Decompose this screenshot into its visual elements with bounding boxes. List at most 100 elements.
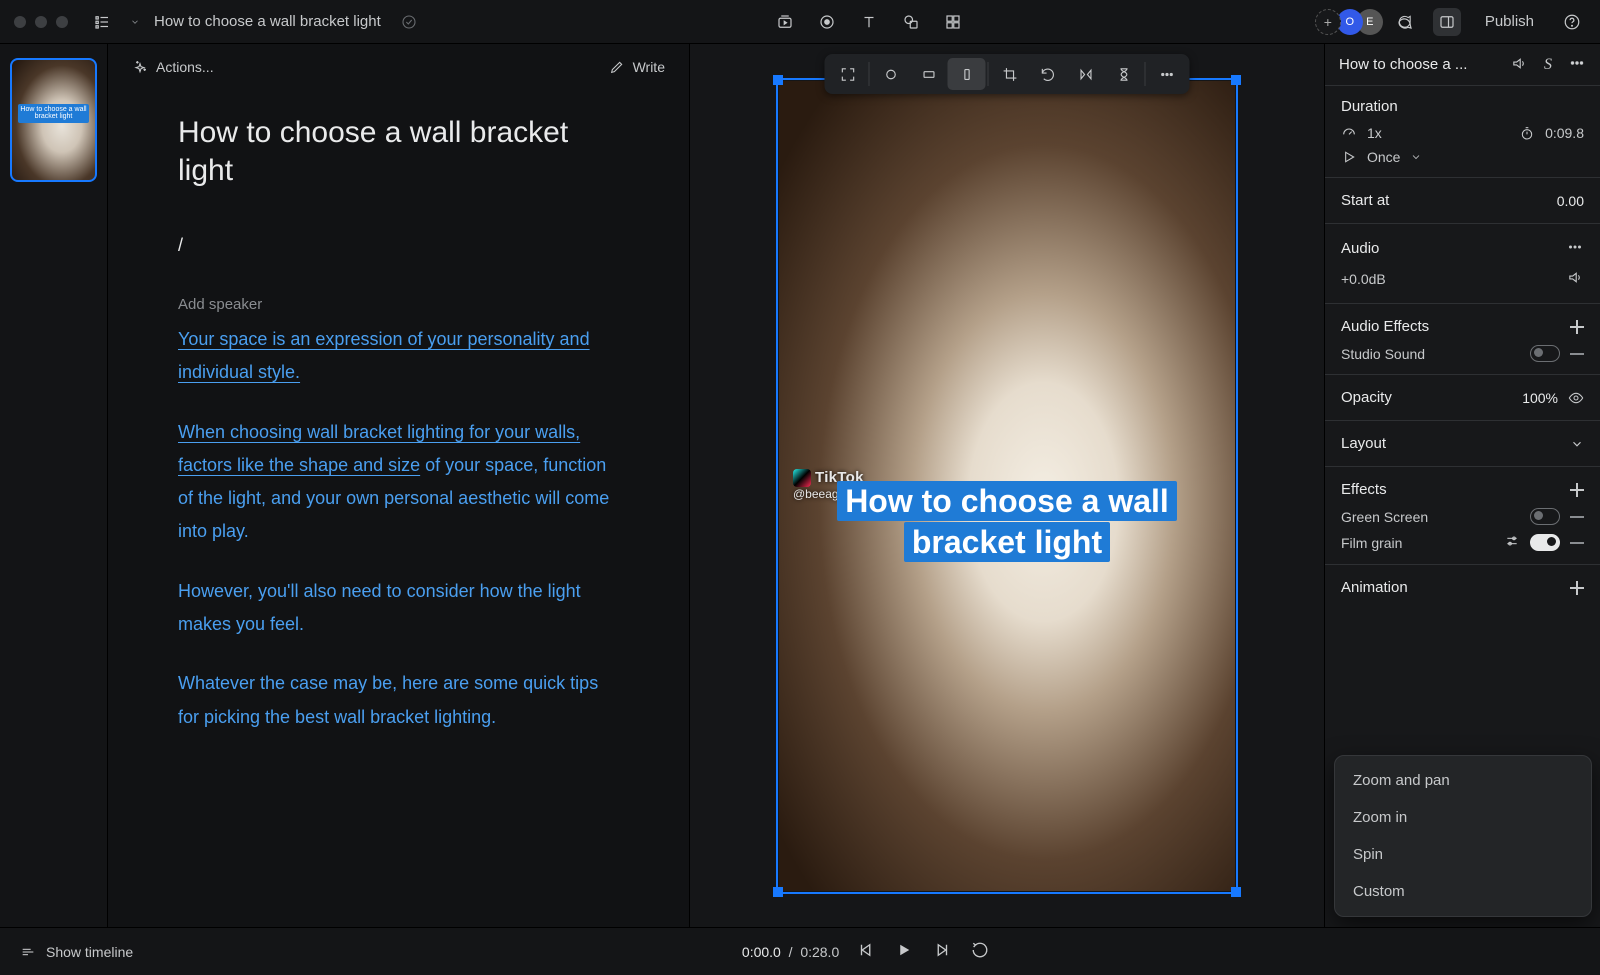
grid-icon <box>944 13 962 31</box>
more-icon <box>1566 238 1584 256</box>
document-title[interactable]: How to choose a wall bracket light <box>178 114 619 189</box>
remove-effect-button[interactable] <box>1570 516 1584 518</box>
play-button[interactable] <box>895 941 913 962</box>
studio-sound-label: Studio Sound <box>1341 346 1520 362</box>
comment-icon <box>1396 13 1414 31</box>
speed-button[interactable] <box>1105 58 1143 90</box>
media-library-button[interactable] <box>771 8 799 36</box>
add-animation-button[interactable] <box>1570 581 1584 595</box>
section-title: Layout <box>1341 435 1386 452</box>
help-icon <box>1563 13 1581 31</box>
menu-item[interactable]: Spin <box>1335 836 1591 873</box>
landscape-layout-button[interactable] <box>910 58 948 90</box>
pencil-icon <box>609 59 625 75</box>
portrait-icon <box>958 66 975 83</box>
slash-command-prompt[interactable]: / <box>178 235 619 256</box>
play-mode-value: Once <box>1367 149 1400 165</box>
record-button[interactable] <box>813 8 841 36</box>
animation-menu: Zoom and pan Zoom in Spin Custom <box>1334 755 1592 917</box>
loop-button[interactable] <box>971 941 989 962</box>
more-icon <box>1568 54 1586 72</box>
actions-button[interactable]: Actions... <box>132 59 214 75</box>
video-caption[interactable]: How to choose a wall bracket light <box>793 481 1221 564</box>
add-effect-button[interactable] <box>1570 483 1584 497</box>
transcript[interactable]: Your space is an expression of your pers… <box>178 323 619 734</box>
prev-button[interactable] <box>857 941 875 962</box>
more-button[interactable] <box>1568 54 1586 75</box>
transcript-line[interactable]: Your space is an expression of your pers… <box>178 329 590 382</box>
crop-icon <box>1001 66 1018 83</box>
window-traffic-lights <box>14 16 68 28</box>
record-icon <box>818 13 836 31</box>
audio-gain-value[interactable]: +0.0dB <box>1341 271 1386 287</box>
expand-button[interactable] <box>829 58 867 90</box>
audio-section: Audio +0.0dB <box>1325 224 1600 304</box>
skip-back-icon <box>857 941 875 959</box>
start-at-value[interactable]: 0.00 <box>1557 193 1584 209</box>
section-title: Animation <box>1341 579 1408 596</box>
studio-sound-toggle[interactable] <box>1530 345 1560 362</box>
duration-value[interactable]: 0:09.8 <box>1545 125 1584 141</box>
styles-button[interactable]: S <box>1538 55 1558 75</box>
scene-rail: 1 How to choose a wall bracket light <box>0 44 108 927</box>
shapes-button[interactable] <box>897 8 925 36</box>
stopwatch-icon <box>1519 125 1535 141</box>
menu-item[interactable]: Custom <box>1335 873 1591 910</box>
rotate-button[interactable] <box>1029 58 1067 90</box>
remove-effect-button[interactable] <box>1570 353 1584 355</box>
write-label: Write <box>633 59 665 75</box>
publish-button[interactable]: Publish <box>1475 9 1544 34</box>
canvas[interactable]: TikTok @beeagey How to choose a wall bra… <box>690 44 1324 927</box>
panels-toggle-button[interactable] <box>1433 8 1461 36</box>
templates-button[interactable] <box>939 8 967 36</box>
mute-button[interactable] <box>1511 55 1528 75</box>
playback-bar: Show timeline 0:00.0 / 0:28.0 <box>0 927 1600 975</box>
menu-item[interactable]: Zoom and pan <box>1335 762 1591 799</box>
opacity-value[interactable]: 100% <box>1522 390 1558 406</box>
eye-icon[interactable] <box>1568 390 1584 406</box>
video-stage[interactable]: TikTok @beeagey How to choose a wall bra… <box>779 81 1235 891</box>
audio-effects-section: Audio Effects Studio Sound <box>1325 304 1600 375</box>
portrait-layout-button[interactable] <box>948 58 986 90</box>
add-audio-effect-button[interactable] <box>1570 320 1584 334</box>
film-grain-label: Film grain <box>1341 535 1494 551</box>
play-mode-dropdown[interactable]: Once <box>1341 149 1584 165</box>
help-button[interactable] <box>1558 8 1586 36</box>
film-grain-settings-button[interactable] <box>1504 533 1520 552</box>
project-menu-button[interactable] <box>88 8 116 36</box>
loop-icon <box>971 941 989 959</box>
show-timeline-button[interactable]: Show timeline <box>20 944 133 960</box>
menu-item[interactable]: Zoom in <box>1335 799 1591 836</box>
scene-thumbnail[interactable]: How to choose a wall bracket light <box>10 58 97 182</box>
expand-icon <box>839 66 856 83</box>
film-grain-toggle[interactable] <box>1530 534 1560 551</box>
script-body[interactable]: How to choose a wall bracket light / Add… <box>108 90 689 927</box>
transcript-line[interactable]: However, you'll also need to consider ho… <box>178 575 619 642</box>
invite-button[interactable]: + <box>1315 9 1341 35</box>
duration-section: Duration 1x 0:09.8 Once <box>1325 86 1600 178</box>
remove-effect-button[interactable] <box>1570 542 1584 544</box>
text-button[interactable] <box>855 8 883 36</box>
more-button[interactable] <box>1148 58 1186 90</box>
main-area: 1 How to choose a wall bracket light Act… <box>0 44 1600 927</box>
current-time: 0:00.0 <box>742 944 781 960</box>
sparkle-plus-icon <box>132 59 148 75</box>
inspector-header: How to choose a ... S <box>1325 44 1600 86</box>
more-button[interactable] <box>1566 238 1584 259</box>
transcript-line[interactable]: Whatever the case may be, here are some … <box>178 667 619 734</box>
next-button[interactable] <box>933 941 951 962</box>
circle-layout-button[interactable] <box>872 58 910 90</box>
write-button[interactable]: Write <box>609 59 665 75</box>
sidebar-icon <box>1438 13 1456 31</box>
add-speaker-button[interactable]: Add speaker <box>178 296 619 313</box>
layout-section[interactable]: Layout <box>1325 421 1600 467</box>
flip-button[interactable] <box>1067 58 1105 90</box>
crop-button[interactable] <box>991 58 1029 90</box>
comments-button[interactable] <box>1391 8 1419 36</box>
project-title[interactable]: How to choose a wall bracket light <box>154 13 381 30</box>
audio-mute-button[interactable] <box>1567 269 1584 289</box>
scene-thumbnail-caption: How to choose a wall bracket light <box>18 104 89 123</box>
green-screen-toggle[interactable] <box>1530 508 1560 525</box>
canvas-toolbar <box>825 54 1190 94</box>
speed-value[interactable]: 1x <box>1367 125 1382 141</box>
